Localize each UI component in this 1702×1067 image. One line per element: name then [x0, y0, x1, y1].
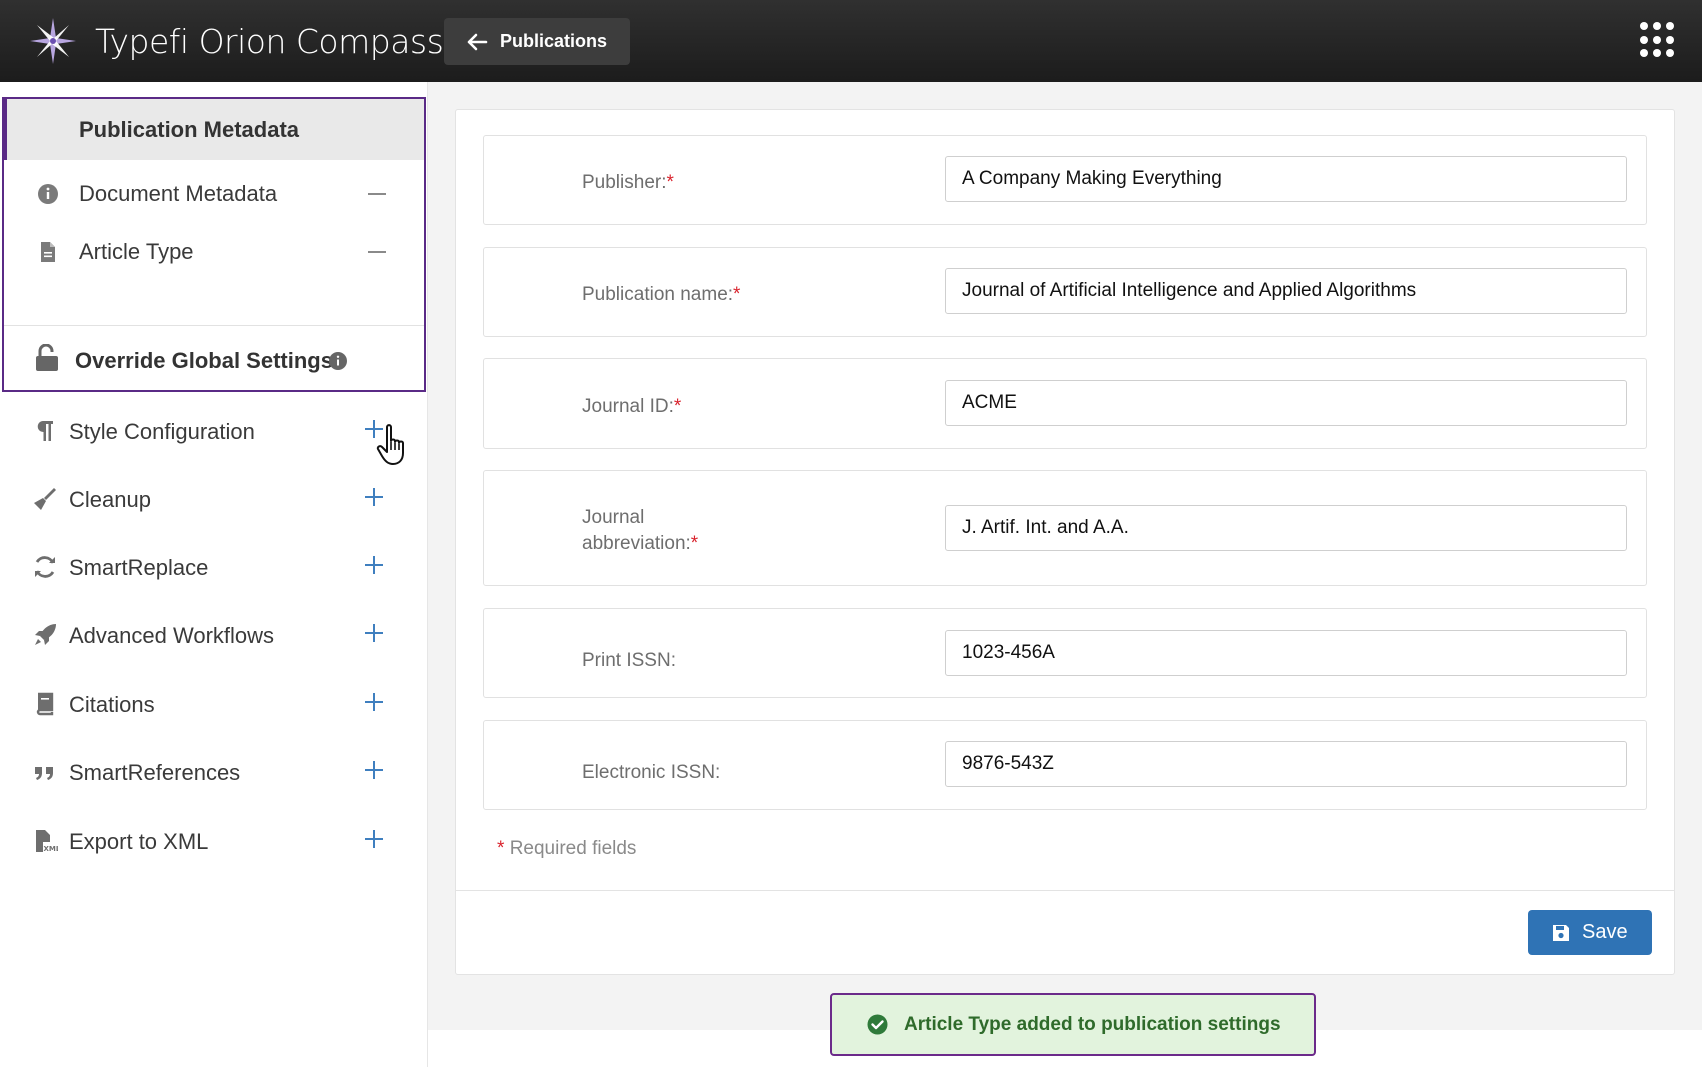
sidebar-item-label: Cleanup [69, 487, 151, 512]
publication-metadata-group: Publication Metadata Document Metadata A… [2, 97, 426, 392]
print-issn-input[interactable] [945, 630, 1627, 676]
back-button-label: Publications [500, 31, 608, 51]
form-row-journal-abbreviation: Journal abbreviation:* [483, 470, 1647, 586]
sidebar-item-label: Style Configuration [69, 419, 255, 444]
sidebar-item-label: Advanced Workflows [69, 623, 275, 648]
sidebar-subitem-article-type[interactable]: Article Type [4, 232, 424, 272]
unlock-icon [36, 344, 58, 371]
electronic-issn-label: Electronic ISSN: [582, 762, 721, 783]
sidebar: Publication Metadata Document Metadata A… [0, 82, 428, 1067]
sidebar-subitem-document-metadata[interactable]: Document Metadata [4, 174, 424, 214]
svg-text:XML: XML [44, 845, 59, 853]
sidebar-item-smartreferences[interactable]: SmartReferences [0, 746, 426, 796]
print-issn-label: Print ISSN: [582, 650, 676, 671]
journal-abbreviation-label: Journal abbreviation:* [582, 507, 699, 554]
compass-star-logo-icon [30, 18, 76, 64]
sidebar-item-advanced-workflows[interactable]: Advanced Workflows [0, 609, 426, 659]
floppy-disk-icon [1553, 924, 1569, 941]
remove-document-metadata-button[interactable] [368, 193, 386, 195]
electronic-issn-input[interactable] [945, 741, 1627, 787]
form-row-publisher: Publisher:* [483, 135, 1647, 225]
check-circle-icon [867, 1014, 888, 1035]
metadata-form-card: Publisher:* Publication name:* Journal I… [455, 109, 1675, 975]
form-row-electronic-issn: Electronic ISSN: [483, 720, 1647, 810]
grid-dots-icon[interactable] [1640, 22, 1676, 58]
broom-icon [34, 488, 56, 510]
sidebar-item-export-to-xml[interactable]: XML Export to XML [0, 815, 426, 865]
refresh-icon [35, 556, 55, 578]
publication-name-label: Publication name:* [582, 284, 741, 305]
add-export-to-xml-button[interactable] [365, 829, 385, 849]
sidebar-subitem-label: Article Type [79, 239, 194, 264]
form-row-print-issn: Print ISSN: [483, 608, 1647, 698]
journal-id-label: Journal ID:* [582, 396, 682, 417]
app-title: Typefi Orion Compass [95, 22, 444, 61]
sidebar-item-citations[interactable]: Citations [0, 678, 426, 728]
add-smartreplace-button[interactable] [365, 555, 385, 575]
success-toast: Article Type added to publication settin… [830, 993, 1316, 1056]
sidebar-item-label: Citations [69, 692, 155, 717]
save-button[interactable]: Save [1528, 910, 1652, 955]
divider [456, 890, 1674, 891]
remove-article-type-button[interactable] [368, 251, 386, 253]
sidebar-item-publication-metadata[interactable]: Publication Metadata [2, 99, 424, 160]
add-cleanup-button[interactable] [365, 487, 385, 507]
book-icon [36, 692, 54, 716]
sidebar-subitem-label: Document Metadata [79, 181, 278, 206]
required-fields-note: * Required fields [497, 838, 637, 859]
publisher-label: Publisher:* [582, 172, 674, 193]
add-smartreferences-button[interactable] [365, 760, 385, 780]
publisher-input[interactable] [945, 156, 1627, 202]
xml-file-icon: XML [36, 830, 59, 853]
add-citations-button[interactable] [365, 692, 385, 712]
journal-id-input[interactable] [945, 380, 1627, 426]
rocket-icon [35, 624, 56, 645]
back-to-publications-button[interactable]: Publications [444, 18, 630, 65]
divider [4, 325, 424, 326]
journal-abbreviation-input[interactable] [945, 505, 1627, 551]
document-icon [41, 242, 55, 262]
sidebar-item-cleanup[interactable]: Cleanup [0, 473, 426, 523]
publication-name-input[interactable] [945, 268, 1627, 314]
quote-icon [35, 767, 53, 780]
form-row-journal-id: Journal ID:* [483, 358, 1647, 449]
form-row-publication-name: Publication name:* [483, 247, 1647, 337]
add-advanced-workflows-button[interactable] [365, 623, 385, 643]
toast-message: Article Type added to publication settin… [904, 1013, 1281, 1035]
sidebar-item-label: Publication Metadata [79, 116, 300, 142]
main-content: Publisher:* Publication name:* Journal I… [428, 82, 1702, 1030]
override-global-settings[interactable]: Override Global Settings [4, 330, 424, 390]
info-circle-icon[interactable] [328, 351, 348, 371]
info-circle-icon [38, 184, 58, 204]
arrow-left-icon [467, 33, 488, 50]
top-bar: Typefi Orion Compass Publications [0, 0, 1702, 82]
override-global-settings-label: Override Global Settings [75, 348, 333, 373]
save-button-label: Save [1582, 921, 1628, 943]
sidebar-item-label: SmartReferences [69, 760, 241, 785]
sidebar-item-smartreplace[interactable]: SmartReplace [0, 541, 426, 591]
sidebar-item-style-configuration[interactable]: Style Configuration [0, 405, 426, 455]
paragraph-icon [37, 421, 53, 441]
sidebar-item-label: Export to XML [69, 829, 209, 854]
sidebar-item-label: SmartReplace [69, 555, 209, 580]
hand-pointer-cursor-icon [376, 424, 404, 465]
